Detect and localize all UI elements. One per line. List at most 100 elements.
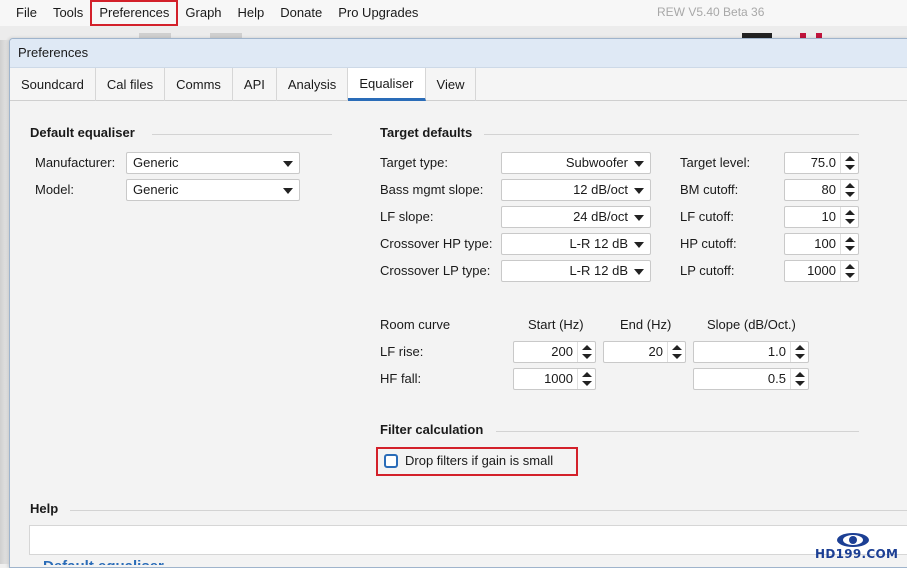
filter-calculation-title: Filter calculation (380, 422, 484, 437)
hp-cutoff-value: 100 (814, 236, 836, 251)
menu-preferences[interactable]: Preferences (90, 0, 179, 26)
end-hz-header: End (Hz) (620, 317, 672, 332)
lf-cutoff-label: LF cutoff: (680, 209, 734, 224)
bm-cutoff-label: BM cutoff: (680, 182, 739, 197)
manufacturer-value: Generic (133, 155, 179, 170)
manufacturer-select[interactable]: Generic (126, 152, 300, 174)
lf-rise-slope-spinner[interactable]: 1.0 (693, 341, 809, 363)
lp-cutoff-label: LP cutoff: (680, 263, 735, 278)
divider (152, 134, 332, 135)
menu-donate[interactable]: Donate (272, 1, 330, 25)
target-level-value: 75.0 (810, 155, 836, 170)
lf-rise-label: LF rise: (380, 344, 424, 359)
tab-comms[interactable]: Comms (165, 68, 233, 101)
target-level-label: Target level: (680, 155, 751, 170)
lf-slope-select[interactable]: 24 dB/oct (501, 206, 651, 228)
preferences-dialog: Preferences Soundcard Cal files Comms AP… (9, 38, 907, 568)
crossover-lp-type-value: L-R 12 dB (569, 263, 628, 278)
lp-cutoff-value: 1000 (807, 263, 836, 278)
spinner-arrows-icon[interactable] (840, 207, 858, 227)
chevron-down-icon (634, 161, 644, 167)
crossover-hp-type-label: Crossover HP type: (380, 236, 493, 251)
model-value: Generic (133, 182, 179, 197)
equaliser-panel: Default equaliser Manufacturer: Generic … (10, 101, 907, 567)
target-type-label: Target type: (380, 155, 448, 170)
target-type-select[interactable]: Subwoofer (501, 152, 651, 174)
dialog-title: Preferences (10, 39, 907, 68)
app-menubar: File Tools Preferences Graph Help Donate… (0, 0, 907, 26)
slope-header: Slope (dB/Oct.) (707, 317, 796, 332)
bm-cutoff-value: 80 (821, 182, 836, 197)
divider (70, 510, 907, 511)
model-label: Model: (35, 182, 75, 197)
target-defaults-title: Target defaults (380, 125, 473, 140)
tab-view[interactable]: View (426, 68, 477, 101)
tab-api[interactable]: API (233, 68, 277, 101)
start-hz-header: Start (Hz) (528, 317, 584, 332)
spinner-arrows-icon[interactable] (840, 261, 858, 281)
spinner-arrows-icon[interactable] (577, 369, 595, 389)
lf-cutoff-value: 10 (821, 209, 836, 224)
hf-fall-start-value: 1000 (544, 371, 573, 386)
manufacturer-label: Manufacturer: (35, 155, 116, 170)
chevron-down-icon (634, 242, 644, 248)
drop-filters-label[interactable]: Drop filters if gain is small (405, 452, 553, 470)
bass-mgmt-slope-select[interactable]: 12 dB/oct (501, 179, 651, 201)
lf-rise-slope-value: 1.0 (767, 344, 786, 359)
spinner-arrows-icon[interactable] (667, 342, 685, 362)
background-window-edge (0, 40, 9, 564)
menu-tools[interactable]: Tools (45, 1, 91, 25)
hp-cutoff-label: HP cutoff: (680, 236, 737, 251)
spinner-arrows-icon[interactable] (840, 234, 858, 254)
hf-fall-slope-spinner[interactable]: 0.5 (693, 368, 809, 390)
target-level-spinner[interactable]: 75.0 (784, 152, 859, 174)
lf-rise-end-spinner[interactable]: 20 (603, 341, 686, 363)
crossover-hp-type-value: L-R 12 dB (569, 236, 628, 251)
divider (496, 431, 859, 432)
drop-filters-checkbox[interactable] (384, 454, 398, 468)
spinner-arrows-icon[interactable] (840, 153, 858, 173)
chevron-down-icon (634, 188, 644, 194)
menu-help[interactable]: Help (230, 1, 273, 25)
lf-slope-value: 24 dB/oct (573, 209, 628, 224)
menu-pro-upgrades[interactable]: Pro Upgrades (330, 1, 426, 25)
drop-filters-highlight: Drop filters if gain is small (376, 447, 578, 476)
lf-rise-end-value: 20 (648, 344, 663, 359)
spinner-arrows-icon[interactable] (790, 369, 808, 389)
room-curve-label: Room curve (380, 317, 451, 332)
watermark-logo: HD199.COM (815, 531, 905, 561)
crossover-lp-type-select[interactable]: L-R 12 dB (501, 260, 651, 282)
spinner-arrows-icon[interactable] (840, 180, 858, 200)
tab-equaliser[interactable]: Equaliser (348, 68, 426, 101)
hf-fall-label: HF fall: (380, 371, 422, 386)
default-equaliser-title: Default equaliser (30, 125, 135, 140)
tab-soundcard[interactable]: Soundcard (10, 68, 96, 101)
bm-cutoff-spinner[interactable]: 80 (784, 179, 859, 201)
help-panel (29, 525, 907, 555)
spinner-arrows-icon[interactable] (790, 342, 808, 362)
tab-bar: Soundcard Cal files Comms API Analysis E… (10, 68, 907, 101)
hf-fall-slope-value: 0.5 (767, 371, 786, 386)
model-select[interactable]: Generic (126, 179, 300, 201)
bass-mgmt-slope-label: Bass mgmt slope: (380, 182, 484, 197)
hp-cutoff-spinner[interactable]: 100 (784, 233, 859, 255)
menu-file[interactable]: File (8, 1, 45, 25)
bass-mgmt-slope-value: 12 dB/oct (573, 182, 628, 197)
target-type-value: Subwoofer (565, 155, 628, 170)
lf-rise-start-spinner[interactable]: 200 (513, 341, 596, 363)
chevron-down-icon (283, 161, 293, 167)
menu-graph[interactable]: Graph (177, 1, 229, 25)
lf-cutoff-spinner[interactable]: 10 (784, 206, 859, 228)
tab-cal-files[interactable]: Cal files (96, 68, 166, 101)
lf-rise-start-value: 200 (551, 344, 573, 359)
spinner-arrows-icon[interactable] (577, 342, 595, 362)
lp-cutoff-spinner[interactable]: 1000 (784, 260, 859, 282)
lf-slope-label: LF slope: (380, 209, 434, 224)
chevron-down-icon (634, 215, 644, 221)
chevron-down-icon (283, 188, 293, 194)
crossover-hp-type-select[interactable]: L-R 12 dB (501, 233, 651, 255)
help-title: Help (30, 501, 59, 516)
hf-fall-start-spinner[interactable]: 1000 (513, 368, 596, 390)
tab-analysis[interactable]: Analysis (277, 68, 349, 101)
app-title: REW V5.40 Beta 36 (657, 5, 765, 19)
